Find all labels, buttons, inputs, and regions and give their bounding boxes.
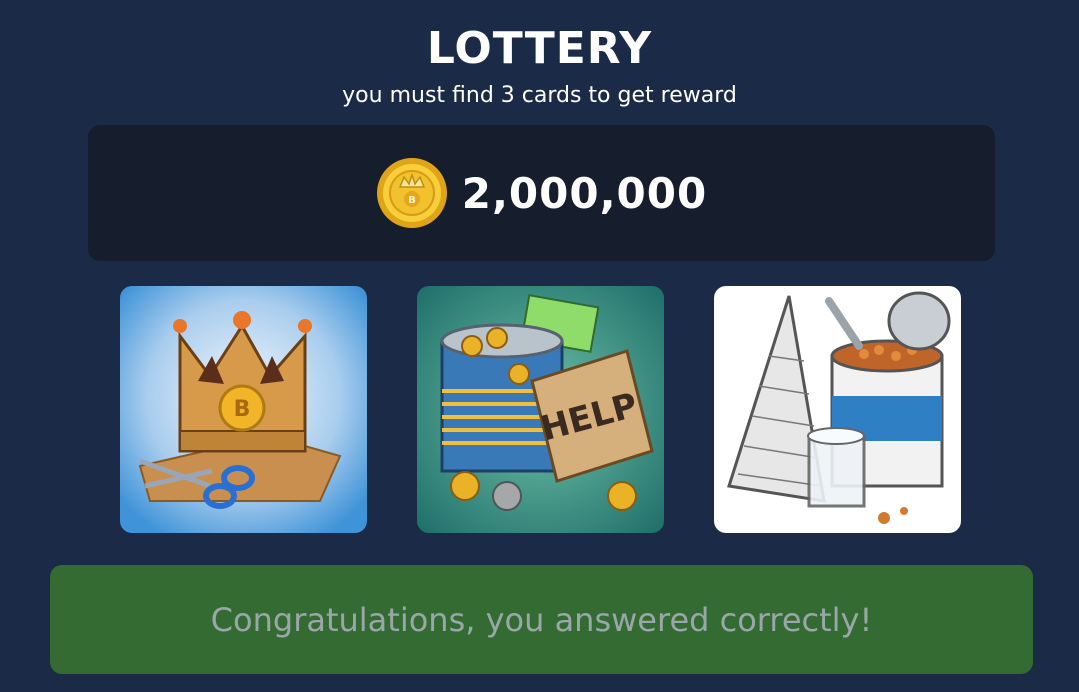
card-paper-cone[interactable] xyxy=(714,286,961,533)
svg-text:B: B xyxy=(234,397,251,422)
svg-text:B: B xyxy=(408,195,416,206)
lottery-screen: LOTTERY you must find 3 cards to get rew… xyxy=(0,0,1079,692)
result-message: Congratulations, you answered correctly! xyxy=(210,600,873,639)
card-help-can[interactable]: HELP xyxy=(417,286,664,533)
page-title: LOTTERY xyxy=(426,23,653,74)
result-banner: Congratulations, you answered correctly! xyxy=(50,565,1033,674)
card-crown[interactable]: B xyxy=(120,286,367,533)
tin-can-help-sign-icon: HELP xyxy=(417,286,664,533)
reward-panel: B 2,000,000 xyxy=(88,125,995,261)
page-subtitle: you must find 3 cards to get reward xyxy=(342,83,737,108)
gold-coin-icon: B xyxy=(376,158,447,228)
reward-amount: 2,000,000 xyxy=(461,168,708,218)
paper-crown-scissors-icon: B xyxy=(120,286,367,533)
paper-cone-beans-can-icon xyxy=(714,286,961,533)
